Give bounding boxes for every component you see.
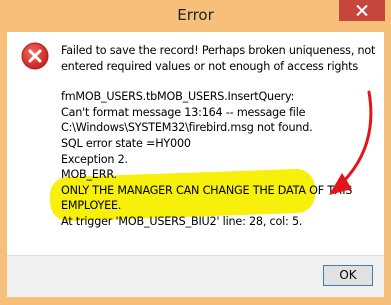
title-bar[interactable]: Error [0,0,391,32]
close-button[interactable] [339,0,385,21]
dialog-body: Failed to save the record! Perhaps broke… [7,32,384,297]
window-title: Error [177,6,214,24]
error-dialog-window: Error Failed to save the record! Perhaps… [0,0,391,305]
close-icon [356,5,368,16]
dialog-footer: OK [7,255,384,297]
ok-button[interactable]: OK [323,265,373,286]
